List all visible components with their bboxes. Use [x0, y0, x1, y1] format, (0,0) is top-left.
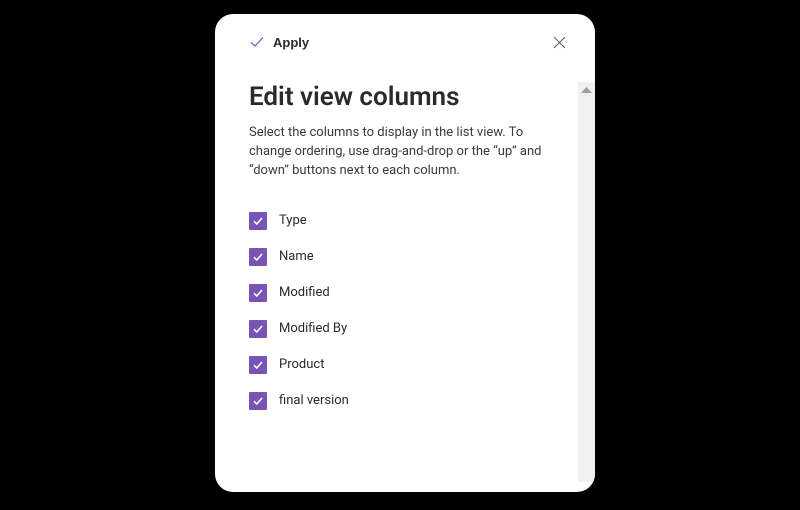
column-label: Product — [279, 357, 324, 372]
checkbox[interactable] — [249, 248, 267, 266]
column-item[interactable]: Type — [249, 203, 571, 239]
column-label: Modified — [279, 285, 330, 300]
chevron-up-icon — [581, 87, 592, 94]
column-item[interactable]: Modified — [249, 275, 571, 311]
checkbox[interactable] — [249, 392, 267, 410]
scrollbar-up-button[interactable] — [578, 82, 595, 99]
column-label: Modified By — [279, 321, 347, 336]
panel-header: Apply — [215, 14, 595, 62]
column-item[interactable]: final version — [249, 383, 571, 419]
column-item[interactable]: Modified By — [249, 311, 571, 347]
column-label: final version — [279, 393, 349, 408]
apply-label: Apply — [273, 35, 309, 50]
check-icon — [249, 34, 265, 50]
close-button[interactable] — [545, 28, 573, 56]
scrollbar[interactable] — [578, 82, 595, 482]
column-list: Type Name Modified Modified By — [249, 203, 571, 419]
checkbox[interactable] — [249, 356, 267, 374]
column-item[interactable]: Name — [249, 239, 571, 275]
panel-description: Select the columns to display in the lis… — [249, 124, 549, 181]
checkbox[interactable] — [249, 284, 267, 302]
checkbox[interactable] — [249, 320, 267, 338]
column-label: Name — [279, 249, 314, 264]
edit-view-columns-panel: Apply Edit view columns Select the colum… — [215, 14, 595, 492]
panel-title: Edit view columns — [249, 82, 571, 112]
column-item[interactable]: Product — [249, 347, 571, 383]
checkbox[interactable] — [249, 212, 267, 230]
apply-button[interactable]: Apply — [249, 34, 309, 50]
column-label: Type — [279, 213, 307, 228]
close-icon — [553, 36, 566, 49]
panel-body: Edit view columns Select the columns to … — [249, 68, 571, 482]
